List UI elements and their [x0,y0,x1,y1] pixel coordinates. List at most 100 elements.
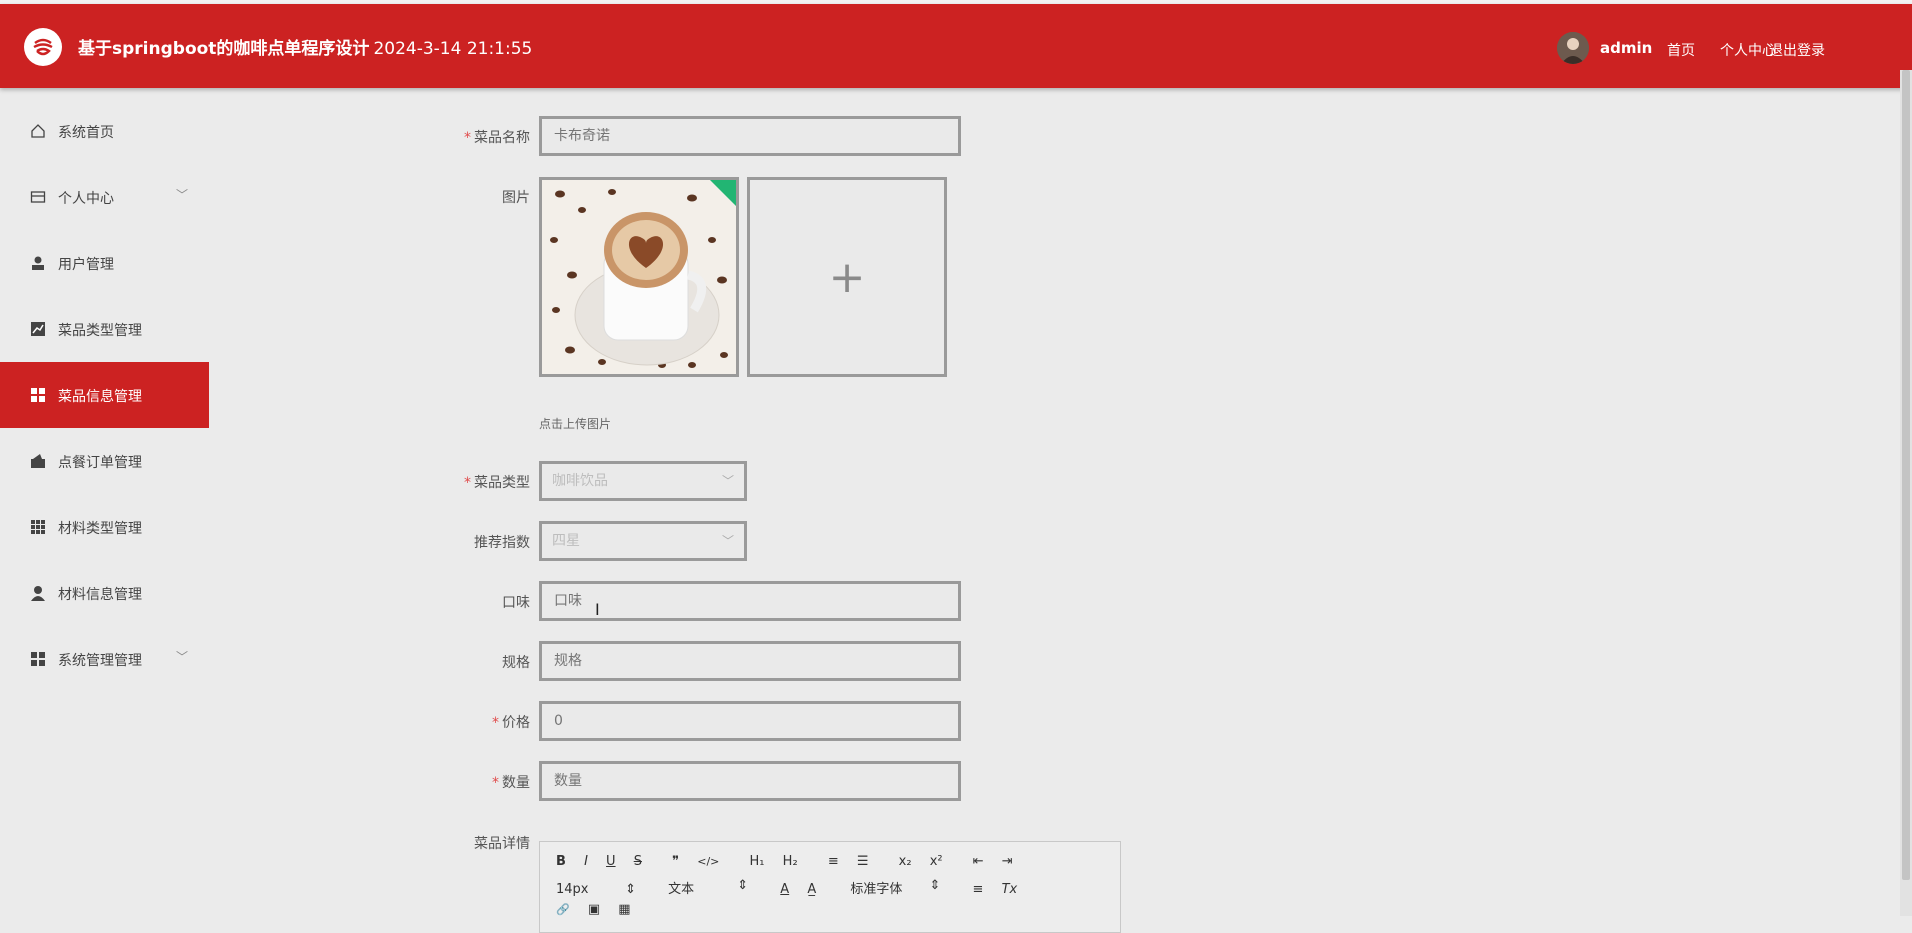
wallet-icon [31,454,45,468]
chevron-down-icon: ﹀ [721,534,734,548]
chevron-down-icon: ﹀ [176,188,189,202]
sidebar-item-label: 点餐订单管理 [58,455,142,471]
sidebar-item-system[interactable]: 系统管理管理 ﹀ [0,626,209,692]
updown-icon: ⇕ [737,878,749,893]
underline-button[interactable]: U [606,854,616,869]
site-title-text: 基于springboot的咖啡点单程序设计 [78,39,370,59]
align-button[interactable]: ≡ [973,882,984,897]
editor-toolbar-row-2: 14px ⇕ 文本 ⇕ A A̲ 标准字体 ⇕ ≡ Tx [556,878,1031,897]
indent-button[interactable]: ⇥ [1002,854,1013,869]
required-mark: * [464,130,471,146]
bold-button[interactable]: B [556,854,566,869]
font-color-button[interactable]: A [780,882,789,897]
nav-home[interactable]: 首页 [1667,40,1695,60]
font-family-select[interactable]: 标准字体 ⇕ [850,878,940,897]
upload-tip: 点击上传图片 [539,417,612,431]
bullet-list-button[interactable]: ☰ [857,854,869,869]
chart-icon [31,322,45,336]
label-dish-type: * 菜品类型 [464,472,530,492]
home-icon [31,124,45,138]
spec-input[interactable] [539,641,961,681]
dish-type-value: 咖啡饮品 [552,473,608,489]
clear-format-button[interactable]: Tx [1002,882,1018,897]
apps-icon [31,520,45,534]
label-spec: 规格 [502,655,530,671]
sidebar-item-users[interactable]: 用户管理 [0,230,209,296]
text-style-select[interactable]: 文本 ⇕ [668,878,748,897]
text-cursor-icon: I [595,600,600,619]
sidebar-item-material-info[interactable]: 材料信息管理 [0,560,209,626]
dish-type-select[interactable]: 咖啡饮品 ﹀ [539,461,747,501]
nav-profile[interactable]: 个人中心 [1720,40,1776,60]
person-icon [31,586,45,601]
image-button[interactable]: ▣ [588,902,600,917]
card-icon [30,191,46,203]
strike-button[interactable]: S [634,854,642,869]
background-color-button[interactable]: A̲ [807,882,816,897]
grid-icon [31,388,45,402]
h2-button[interactable]: H₂ [783,854,798,869]
label-image: 图片 [502,190,530,206]
label-price: * 价格 [492,712,530,732]
video-button[interactable]: ▦ [618,902,630,917]
sidebar-item-profile[interactable]: 个人中心 ﹀ [0,164,209,230]
chevron-down-icon: ﹀ [721,474,734,488]
sidebar-item-dish-info[interactable]: 菜品信息管理 [0,362,209,428]
recommend-select[interactable]: 四星 ﹀ [539,521,747,561]
required-mark: * [464,475,471,491]
dish-name-input[interactable] [539,116,961,156]
sidebar-item-label: 材料信息管理 [58,587,142,603]
quantity-input[interactable] [539,761,961,801]
required-mark: * [492,775,499,791]
user-name[interactable]: admin [1600,39,1652,57]
add-image-button[interactable]: + [747,177,947,377]
subscript-button[interactable]: x₂ [899,854,912,869]
label-quantity: * 数量 [492,772,530,792]
chevron-down-icon: ﹀ [176,650,189,664]
h1-button[interactable]: H₁ [750,854,765,869]
user-avatar[interactable] [1557,32,1589,64]
user-icon [32,256,44,270]
site-title: 基于springboot的咖啡点单程序设计 2024-3-14 21:1:55 [78,34,532,59]
sidebar-item-label: 系统管理管理 [58,653,142,669]
sidebar-item-label: 个人中心 [58,191,114,207]
page-scrollbar[interactable] [1900,70,1912,916]
editor-toolbar-row-3: 🔗 ▣ ▦ [556,902,645,917]
ordered-list-button[interactable]: ≡ [828,854,839,869]
label-detail: 菜品详情 [474,836,530,852]
italic-button[interactable]: I [584,854,588,869]
uploaded-image[interactable] [539,177,739,377]
text-style-value: 文本 [668,882,695,897]
font-size-select[interactable]: 14px ⇕ [556,882,636,897]
link-button[interactable]: 🔗 [556,903,570,916]
superscript-button[interactable]: x² [930,854,943,869]
sidebar-item-label: 系统首页 [58,125,114,141]
sidebar-item-label: 用户管理 [58,257,114,273]
editor-toolbar-row-1: B I U S ❞ </> H₁ H₂ ≡ ☰ x₂ x² ⇤ ⇥ [556,854,1027,869]
label-text: 价格 [502,715,530,731]
blockquote-button[interactable]: ❞ [672,854,679,869]
grid-icon [31,652,45,666]
scrollbar-thumb[interactable] [1902,70,1910,880]
coffee-logo-icon [33,38,53,56]
sidebar: 系统首页 个人中心 ﹀ 用户管理 菜品类型管理 菜品信息管理 点餐订单管理 材料… [0,98,209,692]
updown-icon: ⇕ [625,882,636,897]
code-button[interactable]: </> [697,855,719,868]
sidebar-item-orders[interactable]: 点餐订单管理 [0,428,209,494]
price-input[interactable] [539,701,961,741]
font-family-value: 标准字体 [850,882,903,897]
avatar-icon [1557,32,1589,64]
label-text: 菜品名称 [474,130,530,146]
coffee-cup-image [542,180,736,374]
sidebar-item-label: 菜品信息管理 [58,389,142,405]
nav-logout[interactable]: 退出登录 [1769,40,1825,60]
outdent-button[interactable]: ⇤ [973,854,984,869]
sidebar-item-dish-types[interactable]: 菜品类型管理 [0,296,209,362]
sidebar-item-material-types[interactable]: 材料类型管理 [0,494,209,560]
header-datetime: 2024-3-14 21:1:55 [373,39,533,59]
taste-input[interactable] [539,581,961,621]
label-taste: 口味 [502,595,530,611]
sidebar-item-home[interactable]: 系统首页 [0,98,209,164]
rich-text-editor[interactable]: B I U S ❞ </> H₁ H₂ ≡ ☰ x₂ x² ⇤ ⇥ 14px ⇕… [539,841,1121,933]
font-size-value: 14px [556,882,589,897]
